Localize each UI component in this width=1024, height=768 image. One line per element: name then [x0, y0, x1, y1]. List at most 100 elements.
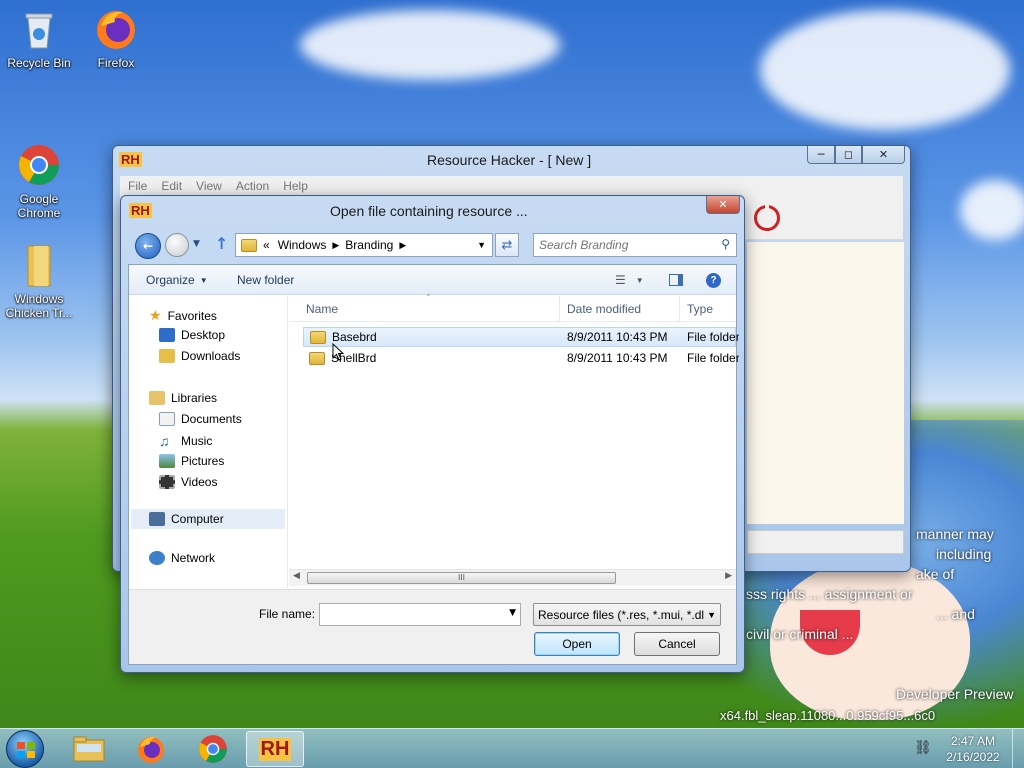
- desktop-icon-windows-chicken[interactable]: Windows Chicken Tr...: [1, 214, 77, 320]
- nav-favorites[interactable]: ★ Favorites: [149, 307, 217, 324]
- breadcrumb-overflow[interactable]: «: [263, 238, 270, 252]
- file-date: 8/9/2011 10:43 PM: [567, 330, 668, 344]
- new-folder-button[interactable]: New folder: [237, 265, 294, 295]
- nav-label: Network: [171, 551, 216, 565]
- file-list: Name ˄ Date modified Type Basebrd 8/9/20…: [289, 294, 739, 588]
- address-bar[interactable]: « Windows ▶ Branding ▶ ▼: [235, 233, 493, 257]
- scroll-right-icon[interactable]: ▶: [725, 571, 732, 581]
- open-file-dialog[interactable]: RH Open file containing resource ... ✕ ←…: [120, 195, 745, 673]
- preview-pane-button[interactable]: [669, 265, 683, 295]
- nav-label: Pictures: [181, 454, 225, 468]
- clock[interactable]: 2:47 AM 2/16/2022: [940, 733, 1006, 765]
- chevron-down-icon[interactable]: ▼: [509, 608, 516, 618]
- open-button[interactable]: Open: [534, 632, 620, 656]
- desktop-icon-label: Recycle Bin: [7, 56, 71, 70]
- nav-label: Desktop: [181, 328, 226, 342]
- watermark-line: x64.fbl_sleap.11080...0.959cf95...6c0: [720, 708, 936, 723]
- folder-icon: [16, 228, 62, 287]
- refresh-button[interactable]: ⇄: [495, 233, 519, 257]
- menu-edit[interactable]: Edit: [161, 179, 182, 193]
- cloud: [300, 10, 560, 80]
- column-divider[interactable]: [559, 296, 560, 322]
- show-desktop-button[interactable]: [1012, 729, 1024, 768]
- taskbar-chrome-button[interactable]: [186, 731, 240, 767]
- column-date-modified[interactable]: Date modified: [567, 296, 641, 322]
- close-button[interactable]: ✕: [862, 146, 905, 164]
- forward-button[interactable]: [165, 233, 189, 257]
- minimize-button[interactable]: ─: [807, 146, 835, 164]
- documents-icon: [159, 412, 175, 426]
- column-header: Name ˄ Date modified Type: [289, 294, 736, 322]
- watermark-line: Developer Preview: [896, 686, 1014, 702]
- mouse-cursor-icon: [332, 343, 344, 361]
- file-type-select[interactable]: Resource files (*.res, *.mui, *.dll ▼: [533, 603, 721, 626]
- recent-pages-icon[interactable]: ▼: [193, 239, 200, 249]
- list-item[interactable]: ShellBrd 8/9/2011 10:43 PM File folder: [303, 348, 739, 368]
- start-button[interactable]: [6, 730, 44, 768]
- close-icon: ✕: [878, 148, 889, 161]
- breadcrumb-branding[interactable]: Branding: [345, 238, 393, 252]
- breadcrumb-windows[interactable]: Windows: [278, 238, 327, 252]
- horizontal-scrollbar[interactable]: ◀ III ▶: [289, 569, 736, 586]
- column-divider[interactable]: [679, 296, 680, 322]
- chevron-down-icon: ▼: [707, 609, 716, 620]
- desktop-icon-google-chrome[interactable]: Google Chrome: [1, 114, 77, 220]
- music-icon: ♫: [159, 433, 170, 449]
- nav-videos[interactable]: Videos: [159, 475, 217, 489]
- nav-documents[interactable]: Documents: [159, 412, 242, 426]
- cancel-button[interactable]: Cancel: [634, 632, 720, 656]
- taskbar-explorer-button[interactable]: [62, 731, 116, 767]
- nav-music[interactable]: ♫ Music: [159, 433, 212, 449]
- breadcrumb-separator-icon[interactable]: ▶: [332, 240, 339, 251]
- scroll-left-icon[interactable]: ◀: [293, 571, 300, 581]
- search-input[interactable]: [539, 238, 709, 252]
- taskbar-resource-hacker-button[interactable]: RH: [246, 731, 304, 767]
- help-button[interactable]: ?: [706, 265, 721, 295]
- nav-pictures[interactable]: Pictures: [159, 454, 224, 468]
- navigation-pane: ★ Favorites Desktop Downloads Libraries D…: [129, 296, 288, 588]
- menu-view[interactable]: View: [196, 179, 222, 193]
- help-icon: ?: [706, 272, 721, 288]
- menu-file[interactable]: File: [128, 179, 147, 193]
- rh-logo: RH: [119, 152, 142, 167]
- organize-menu[interactable]: Organize ▼: [146, 265, 208, 295]
- chrome-icon: [199, 735, 227, 763]
- column-label: Date modified: [567, 302, 642, 316]
- organize-label: Organize: [146, 273, 195, 287]
- menu-bar: File Edit View Action Help: [120, 176, 903, 196]
- nav-desktop[interactable]: Desktop: [159, 328, 225, 342]
- search-box[interactable]: ⚲: [533, 233, 737, 257]
- view-options-button[interactable]: ☰ ▼: [615, 265, 644, 295]
- maximize-button[interactable]: ◻: [835, 146, 862, 164]
- dialog-body: Organize ▼ New folder ☰ ▼ ? ★ Favorites Des…: [128, 264, 739, 665]
- file-name-input[interactable]: [323, 604, 499, 624]
- nav-libraries[interactable]: Libraries: [149, 391, 217, 405]
- back-button[interactable]: ←: [135, 233, 161, 259]
- nav-computer[interactable]: Computer: [131, 509, 285, 529]
- up-arrow-icon[interactable]: ↑: [215, 234, 228, 253]
- firefox-icon: [138, 736, 164, 763]
- menu-action[interactable]: Action: [236, 179, 269, 193]
- taskbar: RH ⛓ 2:47 AM 2/16/2022: [0, 728, 1024, 768]
- menu-help[interactable]: Help: [283, 179, 308, 193]
- downloads-icon: [159, 349, 175, 363]
- dialog-close-button[interactable]: ✕: [706, 196, 740, 214]
- file-name-combo[interactable]: ▼: [319, 603, 521, 626]
- desktop-icon-firefox[interactable]: Firefox: [78, 6, 154, 70]
- address-dropdown-icon[interactable]: ▼: [477, 240, 486, 250]
- column-name[interactable]: Name: [306, 296, 338, 322]
- exit-icon[interactable]: [754, 203, 780, 231]
- list-item[interactable]: Basebrd 8/9/2011 10:43 PM File folder: [303, 327, 739, 347]
- libraries-icon: [149, 391, 165, 405]
- column-type[interactable]: Type: [687, 296, 713, 322]
- command-bar: Organize ▼ New folder ☰ ▼ ?: [129, 265, 736, 295]
- desktop-icon-recycle-bin[interactable]: Recycle Bin: [1, 6, 77, 70]
- network-tray-icon[interactable]: ⛓: [914, 740, 932, 756]
- breadcrumb-separator-icon[interactable]: ▶: [399, 240, 406, 251]
- nav-network[interactable]: Network: [149, 551, 215, 565]
- nav-label: Downloads: [181, 349, 241, 363]
- taskbar-firefox-button[interactable]: [124, 731, 178, 767]
- nav-downloads[interactable]: Downloads: [159, 349, 240, 363]
- scroll-thumb[interactable]: III: [307, 572, 616, 584]
- search-icon[interactable]: ⚲: [721, 237, 730, 251]
